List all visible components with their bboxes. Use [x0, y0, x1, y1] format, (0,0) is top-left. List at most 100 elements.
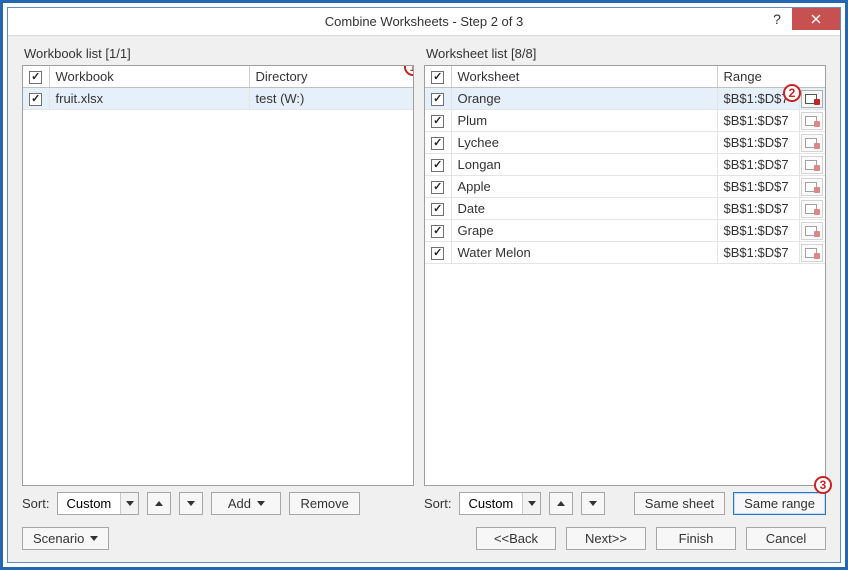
checkbox-icon[interactable] [431, 181, 444, 194]
table-row[interactable]: Grape$B$1:$D$7 [425, 220, 825, 242]
arrow-up-icon [557, 501, 565, 506]
checkbox-icon [29, 71, 42, 84]
table-row[interactable]: Apple$B$1:$D$7 [425, 176, 825, 198]
worksheet-header-name[interactable]: Worksheet [451, 66, 717, 88]
worksheet-list-label: Worksheet list [8/8] [424, 46, 826, 61]
table-row[interactable]: Orange$B$1:$D$7 [425, 88, 825, 110]
table-row[interactable]: Date$B$1:$D$7 [425, 198, 825, 220]
arrow-down-icon [589, 501, 597, 506]
add-button-label: Add [228, 496, 251, 511]
close-button[interactable] [792, 8, 840, 30]
table-row[interactable]: Plum$B$1:$D$7 [425, 110, 825, 132]
checkbox-icon[interactable] [431, 247, 444, 260]
worksheet-move-down-button[interactable] [581, 492, 605, 515]
workbook-dir-cell: test (W:) [249, 88, 413, 110]
worksheet-move-up-button[interactable] [549, 492, 573, 515]
scenario-button[interactable]: Scenario [22, 527, 109, 550]
range-select-button [801, 200, 823, 218]
worksheet-header-check[interactable] [425, 66, 451, 88]
window-title: Combine Worksheets - Step 2 of 3 [8, 14, 840, 29]
range-select-button [801, 244, 823, 262]
back-button[interactable]: <<Back [476, 527, 556, 550]
checkbox-icon[interactable] [29, 93, 42, 106]
workbook-name-cell: fruit.xlsx [49, 88, 249, 110]
range-select-icon [805, 248, 819, 258]
checkbox-icon[interactable] [431, 137, 444, 150]
chevron-down-icon [257, 501, 265, 506]
chevron-down-icon [90, 536, 98, 541]
workbook-header-name[interactable]: Workbook [49, 66, 249, 88]
remove-button[interactable]: Remove [289, 492, 359, 515]
table-row[interactable]: Water Melon$B$1:$D$7 [425, 242, 825, 264]
worksheet-range-cell: $B$1:$D$7 [717, 198, 799, 220]
range-select-button[interactable] [801, 90, 823, 108]
worksheet-header-range[interactable]: Range [717, 66, 825, 88]
table-row[interactable]: Lychee$B$1:$D$7 [425, 132, 825, 154]
checkbox-icon[interactable] [431, 203, 444, 216]
range-select-icon [805, 138, 819, 148]
range-select-icon [805, 116, 819, 126]
worksheet-name-cell: Longan [451, 154, 717, 176]
range-select-icon [805, 226, 819, 236]
finish-button[interactable]: Finish [656, 527, 736, 550]
cancel-button[interactable]: Cancel [746, 527, 826, 550]
scenario-label: Scenario [33, 531, 84, 546]
table-row[interactable]: Longan$B$1:$D$7 [425, 154, 825, 176]
callout-3: 3 [814, 476, 832, 494]
worksheet-range-cell: $B$1:$D$7 [717, 176, 799, 198]
checkbox-icon[interactable] [431, 115, 444, 128]
chevron-down-icon [522, 493, 540, 514]
close-icon [811, 14, 821, 24]
bottom-bar: Scenario <<Back Next>> Finish Cancel [22, 527, 826, 550]
table-row[interactable]: fruit.xlsxtest (W:) [23, 88, 413, 110]
worksheet-name-cell: Grape [451, 220, 717, 242]
dialog-window: Combine Worksheets - Step 2 of 3 ? Workb… [7, 7, 841, 563]
arrow-up-icon [155, 501, 163, 506]
range-select-button [801, 134, 823, 152]
range-select-icon [805, 204, 819, 214]
sort-label: Sort: [424, 496, 451, 511]
checkbox-icon[interactable] [431, 93, 444, 106]
workbook-grid[interactable]: Workbook Directory fruit.xlsxtest (W:) 1 [22, 65, 414, 486]
worksheet-name-cell: Orange [451, 88, 717, 110]
workbook-panel: Workbook list [1/1] Workbook Directory [22, 46, 414, 515]
worksheet-name-cell: Apple [451, 176, 717, 198]
arrow-down-icon [187, 501, 195, 506]
worksheet-controls: Sort: Custom Same sheet Same range 3 [424, 492, 826, 515]
same-range-button[interactable]: Same range [733, 492, 826, 515]
worksheet-name-cell: Date [451, 198, 717, 220]
worksheet-range-cell: $B$1:$D$7 [717, 110, 799, 132]
worksheet-sort-combo[interactable]: Custom [459, 492, 541, 515]
same-sheet-button[interactable]: Same sheet [634, 492, 725, 515]
range-select-button [801, 222, 823, 240]
workbook-header-directory[interactable]: Directory [249, 66, 413, 88]
titlebar: Combine Worksheets - Step 2 of 3 ? [8, 8, 840, 36]
checkbox-icon[interactable] [431, 159, 444, 172]
worksheet-sort-value: Custom [460, 496, 522, 511]
add-button[interactable]: Add [211, 492, 281, 515]
workbook-controls: Sort: Custom Add Remove [22, 492, 414, 515]
range-select-button [801, 112, 823, 130]
checkbox-icon [431, 71, 444, 84]
workbook-header-check[interactable] [23, 66, 49, 88]
worksheet-name-cell: Lychee [451, 132, 717, 154]
worksheet-range-cell: $B$1:$D$7 [717, 220, 799, 242]
range-select-button [801, 156, 823, 174]
worksheet-range-cell: $B$1:$D$7 [717, 132, 799, 154]
workbook-move-down-button[interactable] [179, 492, 203, 515]
checkbox-icon[interactable] [431, 225, 444, 238]
workbook-sort-combo[interactable]: Custom [57, 492, 139, 515]
range-select-button [801, 178, 823, 196]
sort-label: Sort: [22, 496, 49, 511]
range-select-icon [805, 160, 819, 170]
next-button[interactable]: Next>> [566, 527, 646, 550]
workbook-move-up-button[interactable] [147, 492, 171, 515]
callout-2: 2 [783, 84, 801, 102]
worksheet-range-cell: $B$1:$D$7 [717, 242, 799, 264]
chevron-down-icon [120, 493, 138, 514]
workbook-sort-value: Custom [58, 496, 120, 511]
range-select-icon [805, 94, 819, 104]
worksheet-grid[interactable]: Worksheet Range Orange$B$1:$D$7Plum$B$1:… [424, 65, 826, 486]
worksheet-name-cell: Plum [451, 110, 717, 132]
help-button[interactable]: ? [762, 8, 792, 30]
